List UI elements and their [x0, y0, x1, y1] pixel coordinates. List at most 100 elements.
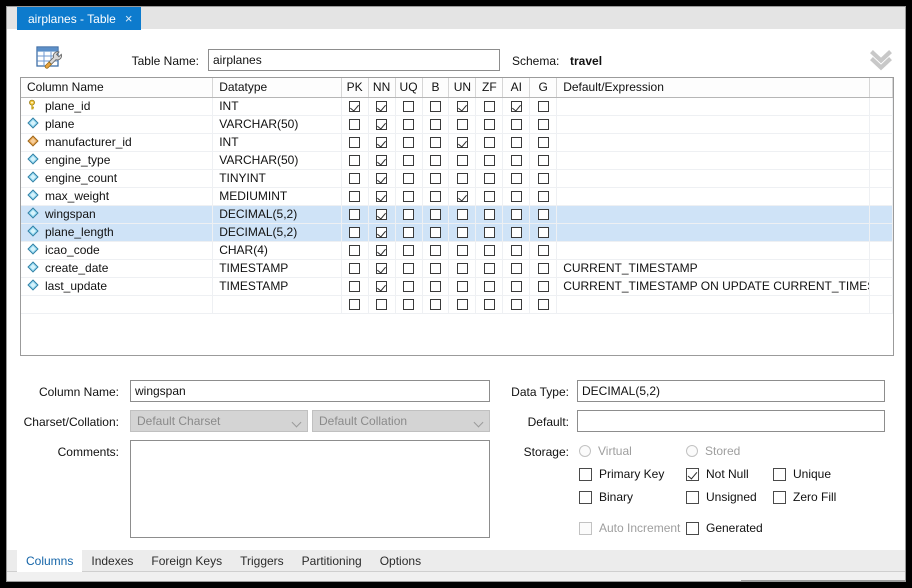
zero-fill-checkbox[interactable]: Zero Fill — [773, 490, 836, 504]
cell-flag-pk[interactable] — [341, 259, 368, 277]
cell-flag-zf[interactable] — [476, 223, 503, 241]
cell-datatype[interactable]: VARCHAR(50) — [213, 151, 341, 169]
cell-flag-b[interactable] — [422, 259, 449, 277]
checkbox-checked-icon[interactable] — [457, 191, 468, 202]
primary-key-checkbox[interactable]: Primary Key — [579, 467, 664, 481]
checkbox-icon[interactable] — [511, 137, 522, 148]
cell-flag-ai[interactable] — [503, 97, 530, 115]
checkbox-icon[interactable] — [349, 227, 360, 238]
cell-flag-nn[interactable] — [368, 115, 395, 133]
cell-flag-g[interactable] — [530, 205, 557, 223]
cell-flag-pk[interactable] — [341, 295, 368, 313]
cell-flag-zf[interactable] — [476, 169, 503, 187]
checkbox-icon[interactable] — [538, 209, 549, 220]
cell-flag-pk[interactable] — [341, 205, 368, 223]
cell-flag-uq[interactable] — [395, 259, 422, 277]
cell-default-expression[interactable] — [557, 241, 870, 259]
checkbox-icon[interactable] — [484, 227, 495, 238]
cell-default-expression[interactable] — [557, 133, 870, 151]
checkbox-icon[interactable] — [538, 299, 549, 310]
generated-checkbox[interactable]: Generated — [686, 521, 763, 535]
checkbox-icon[interactable] — [538, 263, 549, 274]
cell-flag-uq[interactable] — [395, 133, 422, 151]
cell-flag-un[interactable] — [449, 223, 476, 241]
cell-column-name[interactable]: plane — [21, 115, 213, 133]
grid-header-pk[interactable]: PK — [341, 78, 368, 97]
table-row[interactable]: manufacturer_idINT — [21, 133, 893, 151]
table-row[interactable]: create_dateTIMESTAMPCURRENT_TIMESTAMP — [21, 259, 893, 277]
cell-flag-b[interactable] — [422, 169, 449, 187]
cell-flag-g[interactable] — [530, 277, 557, 295]
checkbox-checked-icon[interactable] — [376, 245, 387, 256]
grid-header-b[interactable]: B — [422, 78, 449, 97]
cell-flag-zf[interactable] — [476, 205, 503, 223]
table-row[interactable]: last_updateTIMESTAMPCURRENT_TIMESTAMP ON… — [21, 277, 893, 295]
checkbox-icon[interactable] — [430, 173, 441, 184]
checkbox-checked-icon[interactable] — [376, 263, 387, 274]
default-input[interactable] — [577, 410, 885, 432]
storage-stored-radio[interactable]: Stored — [686, 444, 740, 458]
cell-flag-nn[interactable] — [368, 187, 395, 205]
cell-flag-b[interactable] — [422, 205, 449, 223]
table-row[interactable]: plane_idINT — [21, 97, 893, 115]
checkbox-icon[interactable] — [457, 263, 468, 274]
checkbox-icon[interactable] — [403, 101, 414, 112]
cell-flag-zf[interactable] — [476, 277, 503, 295]
close-icon[interactable]: × — [125, 12, 133, 25]
unsigned-checkbox[interactable]: Unsigned — [686, 490, 757, 504]
checkbox-icon[interactable] — [538, 137, 549, 148]
cell-flag-un[interactable] — [449, 151, 476, 169]
checkbox-icon[interactable] — [349, 191, 360, 202]
checkbox-icon[interactable] — [349, 281, 360, 292]
cell-datatype[interactable]: MEDIUMINT — [213, 187, 341, 205]
binary-checkbox[interactable]: Binary — [579, 490, 633, 504]
checkbox-icon[interactable] — [349, 209, 360, 220]
cell-flag-pk[interactable] — [341, 169, 368, 187]
checkbox-icon[interactable] — [484, 209, 495, 220]
checkbox-icon[interactable] — [430, 191, 441, 202]
cell-flag-un[interactable] — [449, 259, 476, 277]
cell-flag-nn[interactable] — [368, 241, 395, 259]
cell-flag-zf[interactable] — [476, 295, 503, 313]
cell-flag-nn[interactable] — [368, 205, 395, 223]
checkbox-icon[interactable] — [349, 137, 360, 148]
cell-default-expression[interactable] — [557, 205, 870, 223]
checkbox-icon[interactable] — [430, 209, 441, 220]
table-row[interactable] — [21, 295, 893, 313]
checkbox-icon[interactable] — [403, 119, 414, 130]
cell-default-expression[interactable] — [557, 223, 870, 241]
cell-flag-g[interactable] — [530, 133, 557, 151]
cell-column-name[interactable] — [21, 295, 213, 313]
checkbox-icon[interactable] — [484, 173, 495, 184]
cell-flag-nn[interactable] — [368, 295, 395, 313]
checkbox-icon[interactable] — [403, 137, 414, 148]
checkbox-checked-icon[interactable] — [376, 227, 387, 238]
cell-default-expression[interactable] — [557, 97, 870, 115]
cell-flag-g[interactable] — [530, 295, 557, 313]
unique-checkbox[interactable]: Unique — [773, 467, 831, 481]
storage-virtual-radio[interactable]: Virtual — [579, 444, 632, 458]
checkbox-icon[interactable] — [403, 281, 414, 292]
checkbox-icon[interactable] — [457, 245, 468, 256]
grid-header-ai[interactable]: AI — [503, 78, 530, 97]
checkbox-checked-icon[interactable] — [376, 173, 387, 184]
checkbox-icon[interactable] — [484, 119, 495, 130]
checkbox-icon[interactable] — [349, 155, 360, 166]
revert-button[interactable]: Revert — [823, 580, 905, 582]
cell-flag-pk[interactable] — [341, 97, 368, 115]
cell-flag-zf[interactable] — [476, 151, 503, 169]
table-row[interactable]: plane_lengthDECIMAL(5,2) — [21, 223, 893, 241]
cell-flag-nn[interactable] — [368, 133, 395, 151]
cell-column-name[interactable]: engine_count — [21, 169, 213, 187]
checkbox-icon[interactable] — [538, 173, 549, 184]
cell-flag-nn[interactable] — [368, 151, 395, 169]
charset-select[interactable]: Default Charset — [130, 410, 308, 432]
cell-flag-g[interactable] — [530, 115, 557, 133]
cell-datatype[interactable]: DECIMAL(5,2) — [213, 223, 341, 241]
cell-flag-pk[interactable] — [341, 223, 368, 241]
checkbox-checked-icon[interactable] — [511, 101, 522, 112]
cell-flag-ai[interactable] — [503, 223, 530, 241]
cell-datatype[interactable]: INT — [213, 133, 341, 151]
cell-flag-zf[interactable] — [476, 97, 503, 115]
cell-flag-un[interactable] — [449, 115, 476, 133]
